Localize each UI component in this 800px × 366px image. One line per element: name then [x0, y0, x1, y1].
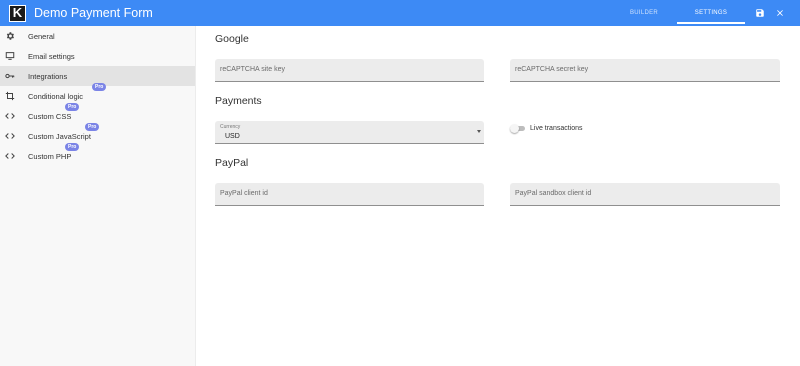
sidebar-item-email-settings[interactable]: Email settings — [0, 46, 195, 66]
paypal-sandbox-client-id-field[interactable]: PayPal sandbox client id — [510, 183, 780, 206]
field-placeholder: PayPal sandbox client id — [515, 190, 592, 197]
currency-value: USD — [225, 133, 240, 140]
section-title-google: Google — [215, 33, 249, 45]
key-icon — [5, 71, 15, 81]
sidebar-item-custom-php[interactable]: Custom PHP Pro — [0, 143, 195, 166]
section-title-paypal: PayPal — [215, 157, 249, 169]
active-tab-indicator — [677, 22, 745, 24]
live-transactions-toggle[interactable] — [510, 124, 526, 133]
close-button[interactable] — [773, 6, 787, 20]
sidebar-item-label: Custom PHP — [28, 151, 72, 161]
gear-icon — [5, 31, 15, 41]
sidebar-item-label: Custom JavaScript — [28, 131, 91, 141]
app-bar: K Demo Payment Form BUILDER SETTINGS — [0, 0, 800, 26]
sidebar-item-custom-javascript[interactable]: Custom JavaScript Pro — [0, 123, 195, 146]
dropdown-arrow-icon — [477, 130, 481, 133]
currency-select[interactable]: Currency USD — [215, 121, 484, 144]
paypal-client-id-field[interactable]: PayPal client id — [215, 183, 484, 206]
crop-icon — [5, 91, 15, 101]
tab-builder[interactable]: BUILDER — [604, 0, 684, 26]
pro-badge: Pro — [65, 103, 80, 111]
close-icon — [777, 10, 783, 16]
field-placeholder: reCAPTCHA secret key — [515, 66, 589, 73]
sidebar-item-general[interactable]: General — [0, 26, 195, 46]
code-icon — [5, 131, 15, 141]
app-logo: K — [9, 5, 26, 22]
pro-badge: Pro — [85, 123, 100, 131]
pro-badge: Pro — [65, 143, 80, 151]
live-transactions-label: Live transactions — [530, 125, 583, 132]
app-title: Demo Payment Form — [34, 6, 153, 20]
sidebar-item-conditional-logic[interactable]: Conditional logic Pro — [0, 83, 195, 106]
sidebar-item-label: Conditional logic — [28, 91, 84, 101]
sidebar-item-label: General — [28, 31, 55, 41]
sidebar-item-label: Email settings — [28, 51, 75, 61]
field-placeholder: PayPal client id — [220, 190, 268, 197]
sidebar-item-label: Custom CSS — [28, 111, 72, 121]
recaptcha-secret-key-field[interactable]: reCAPTCHA secret key — [510, 59, 780, 82]
settings-sidebar: General Email settings Integrations Cond… — [0, 26, 196, 366]
code-icon — [5, 151, 15, 161]
currency-label: Currency — [220, 124, 241, 130]
section-title-payments: Payments — [215, 95, 262, 107]
code-icon — [5, 111, 15, 121]
pro-badge: Pro — [92, 83, 107, 91]
sidebar-item-label: Integrations — [28, 71, 68, 81]
save-icon — [756, 9, 764, 17]
save-button[interactable] — [753, 6, 767, 20]
recaptcha-site-key-field[interactable]: reCAPTCHA site key — [215, 59, 484, 82]
toggle-thumb — [510, 124, 519, 133]
field-placeholder: reCAPTCHA site key — [220, 66, 285, 73]
monitor-icon — [5, 51, 15, 61]
